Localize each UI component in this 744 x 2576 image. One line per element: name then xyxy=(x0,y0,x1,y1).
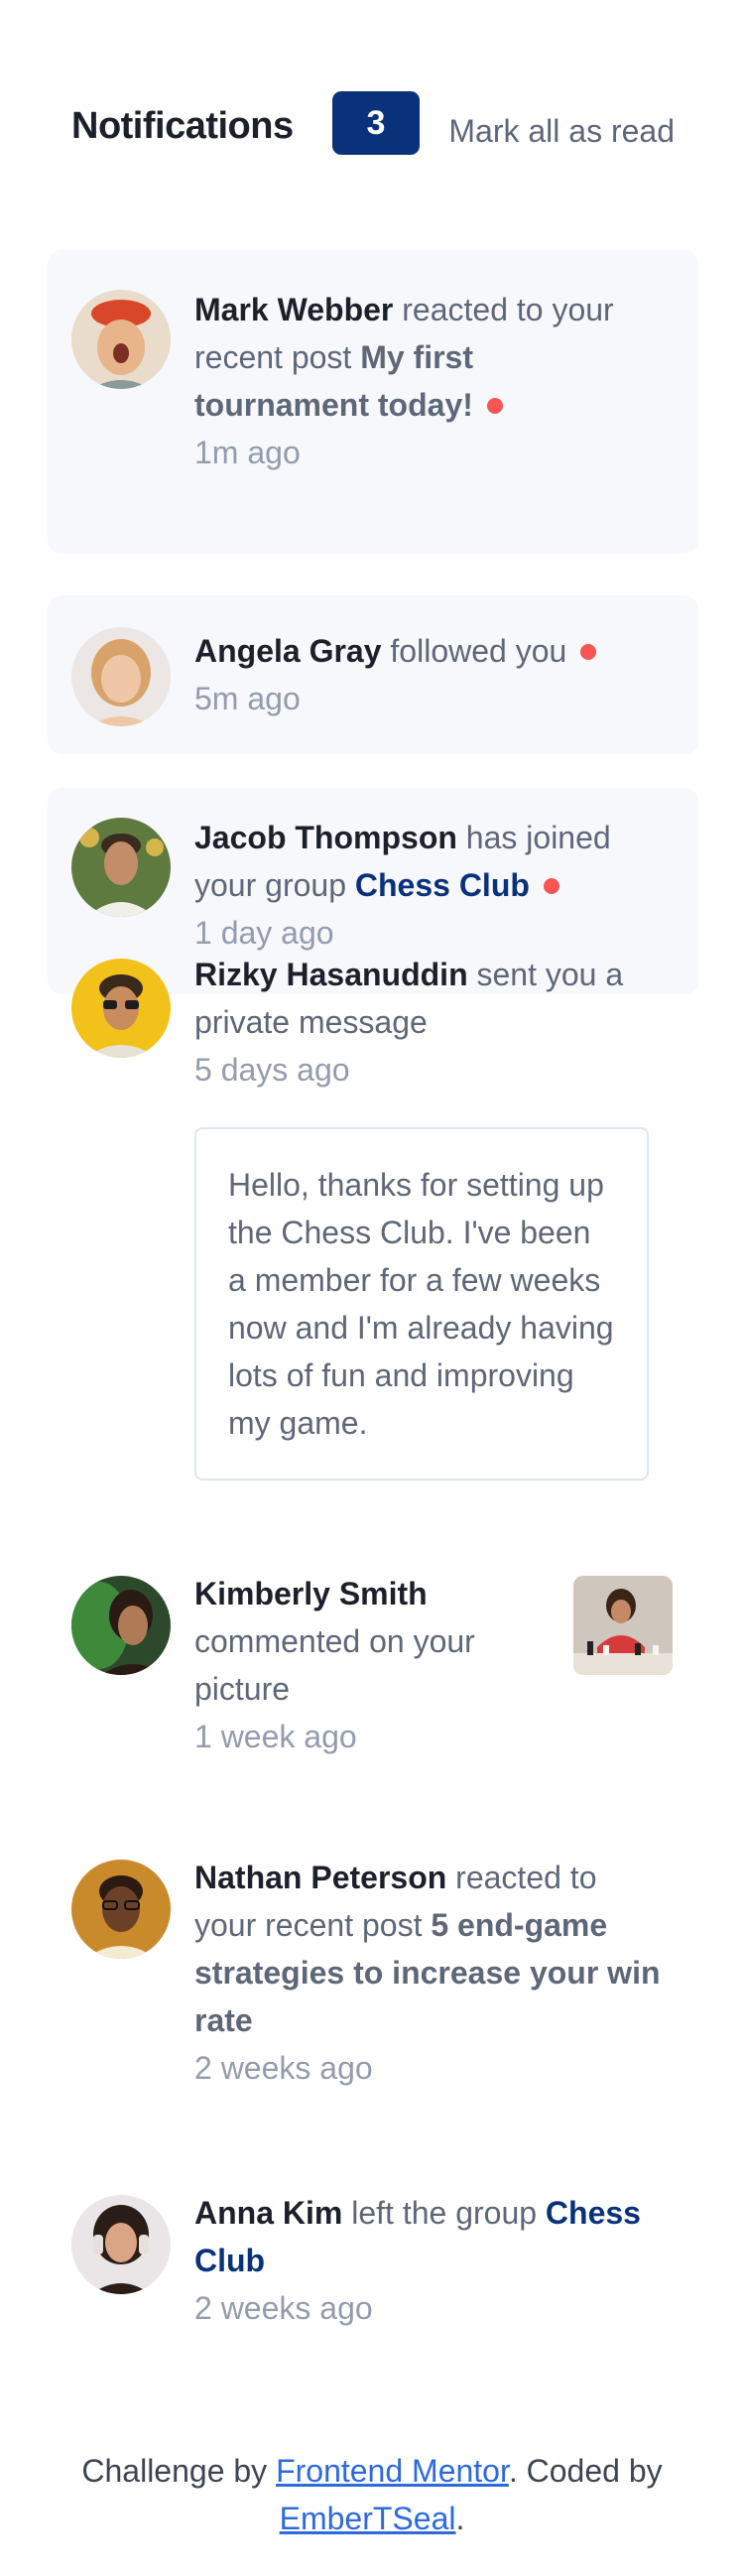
notifications-header: Notifications 3 Mark all as read xyxy=(71,91,675,155)
timestamp: 1 day ago xyxy=(194,915,334,951)
unread-count-badge: 3 xyxy=(332,91,420,155)
commented-picture-thumbnail[interactable] xyxy=(573,1576,673,1675)
timestamp: 2 weeks ago xyxy=(194,2050,373,2086)
avatar-mark-webber[interactable] xyxy=(71,290,171,389)
avatar-anna-kim[interactable] xyxy=(71,2195,171,2294)
footer-middle: . Coded by xyxy=(508,2453,663,2489)
page-title: Notifications xyxy=(71,105,294,147)
message-text: Hello, thanks for setting up the Chess C… xyxy=(228,1167,614,1441)
actor-name[interactable]: Jacob Thompson xyxy=(194,820,457,855)
notification-item[interactable]: Angela Gray followed you 5m ago xyxy=(48,595,698,754)
footer-prefix: Challenge by xyxy=(81,2453,268,2489)
notification-item[interactable]: Nathan Peterson reacted to your recent p… xyxy=(48,1860,698,2118)
group-link[interactable]: Chess Club xyxy=(355,867,530,903)
frontend-mentor-link[interactable]: Frontend Mentor xyxy=(276,2453,509,2489)
action-text: commented on your picture xyxy=(194,1623,475,1707)
private-message-preview[interactable]: Hello, thanks for setting up the Chess C… xyxy=(194,1127,649,1481)
author-link[interactable]: EmberTSeal xyxy=(280,2501,456,2536)
actor-name[interactable]: Anna Kim xyxy=(194,2195,342,2231)
notification-text: Angela Gray followed you 5m ago xyxy=(194,627,661,722)
notification-text: Anna Kim left the group Chess Club 2 wee… xyxy=(194,2189,661,2332)
unread-dot xyxy=(580,643,597,660)
avatar-kimberly-smith[interactable] xyxy=(71,1576,171,1675)
avatar-angela-gray[interactable] xyxy=(71,627,171,726)
timestamp: 5m ago xyxy=(194,681,301,716)
timestamp: 1 week ago xyxy=(194,1719,357,1754)
avatar-rizky-hasanuddin[interactable] xyxy=(71,959,171,1058)
notification-text: Jacob Thompson has joined your group Che… xyxy=(194,814,661,957)
attribution-footer: Challenge by Frontend Mentor. Coded by E… xyxy=(0,2447,744,2542)
notification-text: Kimberly Smith commented on your picture… xyxy=(194,1570,522,1760)
timestamp: 1m ago xyxy=(194,435,301,470)
notification-text: Nathan Peterson reacted to your recent p… xyxy=(194,1854,661,2092)
notification-text: Rizky Hasanuddin sent you a private mess… xyxy=(194,951,661,1094)
actor-name[interactable]: Angela Gray xyxy=(194,633,382,669)
mark-all-as-read-button[interactable]: Mark all as read xyxy=(448,113,675,150)
timestamp: 5 days ago xyxy=(194,1052,350,1088)
actor-name[interactable]: Mark Webber xyxy=(194,292,393,327)
unread-dot xyxy=(486,397,503,414)
action-text: left the group xyxy=(351,2195,538,2231)
notification-text: Mark Webber reacted to your recent post … xyxy=(194,286,651,476)
avatar-jacob-thompson[interactable] xyxy=(71,818,171,917)
unread-dot xyxy=(543,877,559,894)
footer-suffix: . xyxy=(455,2501,465,2536)
notification-item[interactable]: Anna Kim left the group Chess Club 2 wee… xyxy=(48,2195,698,2354)
avatar-nathan-peterson[interactable] xyxy=(71,1860,171,1959)
actor-name[interactable]: Nathan Peterson xyxy=(194,1860,446,1895)
actor-name[interactable]: Kimberly Smith xyxy=(194,1576,428,1611)
timestamp: 2 weeks ago xyxy=(194,2290,373,2326)
actor-name[interactable]: Rizky Hasanuddin xyxy=(194,957,468,992)
action-text: followed you xyxy=(390,633,567,669)
notification-item[interactable]: Rizky Hasanuddin sent you a private mess… xyxy=(48,951,698,1088)
notification-item[interactable]: Mark Webber reacted to your recent post … xyxy=(48,250,698,554)
